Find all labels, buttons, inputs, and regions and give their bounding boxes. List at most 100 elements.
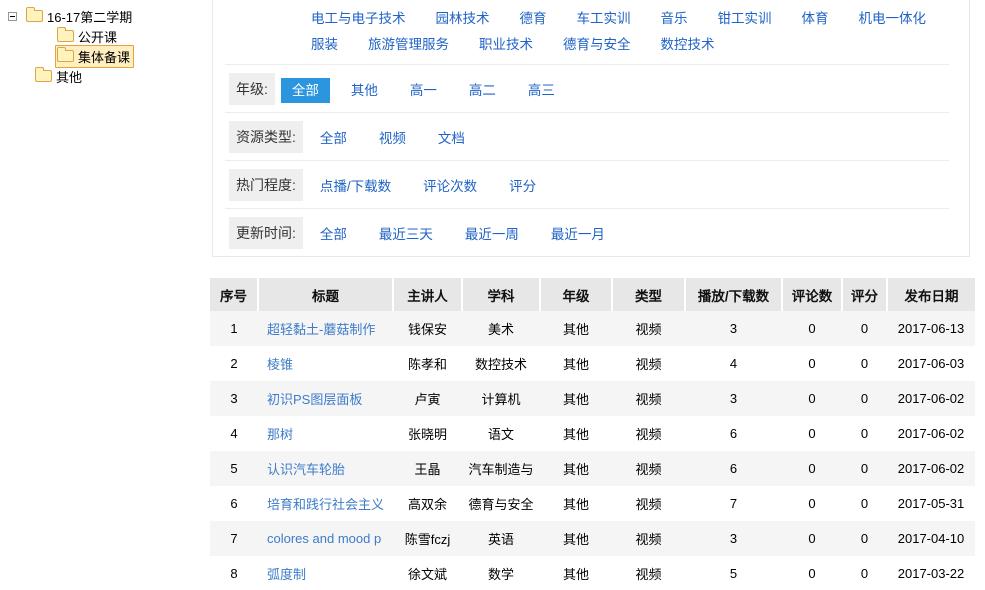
table-cell: 语文 — [462, 416, 540, 451]
table-cell: 6 — [685, 451, 782, 486]
tree-item-label: 其他 — [56, 67, 82, 86]
table-cell: 0 — [782, 556, 842, 590]
folder-icon — [57, 50, 74, 62]
table-cell: 0 — [842, 486, 887, 521]
subject-link[interactable]: 音乐 — [661, 11, 688, 26]
tree-item[interactable]: 公开课 — [8, 26, 210, 46]
subject-link[interactable]: 机电一体化 — [859, 11, 927, 26]
table-cell: 2017-05-31 — [887, 486, 975, 521]
tree-item[interactable]: 其他 — [8, 66, 210, 86]
filter-label: 资源类型: — [229, 121, 303, 153]
table-cell: 7 — [210, 521, 258, 556]
title-cell: colores and mood p — [258, 521, 393, 556]
filter-options: 点播/下载数评论次数评分 — [309, 175, 557, 195]
subject-link[interactable]: 体育 — [802, 11, 829, 26]
table-cell: 5 — [685, 556, 782, 590]
table-cell: 视频 — [612, 451, 685, 486]
table-cell: 0 — [782, 416, 842, 451]
folder-tree: 16-17第二学期公开课集体备课其他 — [0, 0, 210, 86]
subject-link[interactable]: 德育与安全 — [563, 37, 631, 52]
table-cell: 0 — [782, 486, 842, 521]
filter-option[interactable]: 评分 — [498, 174, 547, 199]
table-cell: 其他 — [540, 311, 612, 346]
filter-option[interactable]: 评论次数 — [412, 174, 488, 199]
filter-option[interactable]: 高二 — [458, 78, 507, 103]
subject-link[interactable]: 旅游管理服务 — [368, 37, 449, 52]
table-cell: 2017-04-10 — [887, 521, 975, 556]
table-row: 2棱锥陈孝和数控技术其他视频4002017-06-03 — [210, 346, 975, 381]
filter-option[interactable]: 文档 — [427, 126, 476, 151]
table-head: 序号标题主讲人学科年级类型播放/下载数评论数评分发布日期 — [210, 278, 975, 311]
column-header: 序号 — [210, 278, 258, 311]
table-row: 8弧度制徐文斌数学其他视频5002017-03-22 — [210, 556, 975, 590]
subject-link[interactable]: 服装 — [311, 37, 338, 52]
table-cell: 2017-06-02 — [887, 381, 975, 416]
column-header: 类型 — [612, 278, 685, 311]
subject-row: 电工与电子技术 园林技术 德育 车工实训 音乐 钳工实训 体育 机电一体化 — [213, 6, 969, 32]
filter-option[interactable]: 高三 — [517, 78, 566, 103]
table-cell: 0 — [842, 416, 887, 451]
table-cell: 钱保安 — [393, 311, 462, 346]
filter-option[interactable]: 全部 — [309, 126, 358, 151]
tree-item-label: 集体备课 — [78, 47, 130, 66]
tree-item[interactable]: 16-17第二学期 — [8, 6, 210, 26]
resource-title-link[interactable]: 培育和践行社会主义 — [267, 497, 384, 512]
subject-link[interactable]: 车工实训 — [577, 11, 631, 26]
subject-link[interactable]: 数控技术 — [661, 37, 715, 52]
table-cell: 2017-06-13 — [887, 311, 975, 346]
collapse-icon[interactable] — [8, 12, 17, 21]
resource-title-link[interactable]: 棱锥 — [267, 357, 293, 372]
table-cell: 陈雪fczj — [393, 521, 462, 556]
tree-node[interactable]: 其他 — [33, 65, 86, 88]
table-cell: 1 — [210, 311, 258, 346]
resource-title-link[interactable]: colores and mood p — [267, 531, 381, 546]
table-row: 1超轻黏土-蘑菇制作钱保安美术其他视频3002017-06-13 — [210, 311, 975, 346]
filter-option[interactable]: 最近一周 — [454, 222, 530, 247]
table-cell: 2 — [210, 346, 258, 381]
table-cell: 0 — [782, 451, 842, 486]
resource-title-link[interactable]: 初识PS图层面板 — [267, 392, 362, 407]
subject-link[interactable]: 钳工实训 — [718, 11, 772, 26]
table-cell: 0 — [842, 381, 887, 416]
table-cell: 汽车制造与 — [462, 451, 540, 486]
resource-title-link[interactable]: 认识汽车轮胎 — [267, 462, 345, 477]
subject-link[interactable]: 德育 — [520, 11, 547, 26]
table-cell: 6 — [210, 486, 258, 521]
tree-item[interactable]: 集体备课 — [8, 46, 210, 66]
subject-row: 服装 旅游管理服务 职业技术 德育与安全 数控技术 — [213, 32, 969, 58]
filter-options: 全部其他高一高二高三 — [281, 79, 576, 99]
column-header: 播放/下载数 — [685, 278, 782, 311]
filter-label: 热门程度: — [229, 169, 303, 201]
subject-link[interactable]: 职业技术 — [479, 37, 533, 52]
filter-option[interactable]: 其他 — [340, 78, 389, 103]
filter-option[interactable]: 点播/下载数 — [309, 174, 402, 199]
table-cell: 视频 — [612, 556, 685, 590]
table-cell: 视频 — [612, 486, 685, 521]
table-cell: 0 — [782, 381, 842, 416]
column-header: 评论数 — [782, 278, 842, 311]
table-cell: 数控技术 — [462, 346, 540, 381]
table-cell: 0 — [842, 556, 887, 590]
table-cell: 视频 — [612, 416, 685, 451]
title-cell: 超轻黏土-蘑菇制作 — [258, 311, 393, 346]
table-cell: 视频 — [612, 521, 685, 556]
table-cell: 其他 — [540, 556, 612, 590]
title-cell: 弧度制 — [258, 556, 393, 590]
filter-option-selected[interactable]: 全部 — [281, 78, 330, 103]
filter-option[interactable]: 最近三天 — [368, 222, 444, 247]
resource-title-link[interactable]: 那树 — [267, 427, 293, 442]
filter-option[interactable]: 视频 — [368, 126, 417, 151]
subject-link[interactable]: 电工与电子技术 — [311, 11, 406, 26]
table-row: 7colores and mood p陈雪fczj英语其他视频3002017-0… — [210, 521, 975, 556]
table-cell: 数学 — [462, 556, 540, 590]
filter-option[interactable]: 最近一月 — [540, 222, 616, 247]
subject-link[interactable]: 园林技术 — [436, 11, 490, 26]
filter-row: 资源类型:全部视频文档 — [213, 113, 969, 160]
filter-option[interactable]: 全部 — [309, 222, 358, 247]
table-cell: 7 — [685, 486, 782, 521]
filter-options: 全部视频文档 — [309, 127, 486, 147]
resource-title-link[interactable]: 超轻黏土-蘑菇制作 — [267, 322, 375, 337]
table-cell: 0 — [782, 346, 842, 381]
filter-option[interactable]: 高一 — [399, 78, 448, 103]
resource-title-link[interactable]: 弧度制 — [267, 567, 306, 582]
